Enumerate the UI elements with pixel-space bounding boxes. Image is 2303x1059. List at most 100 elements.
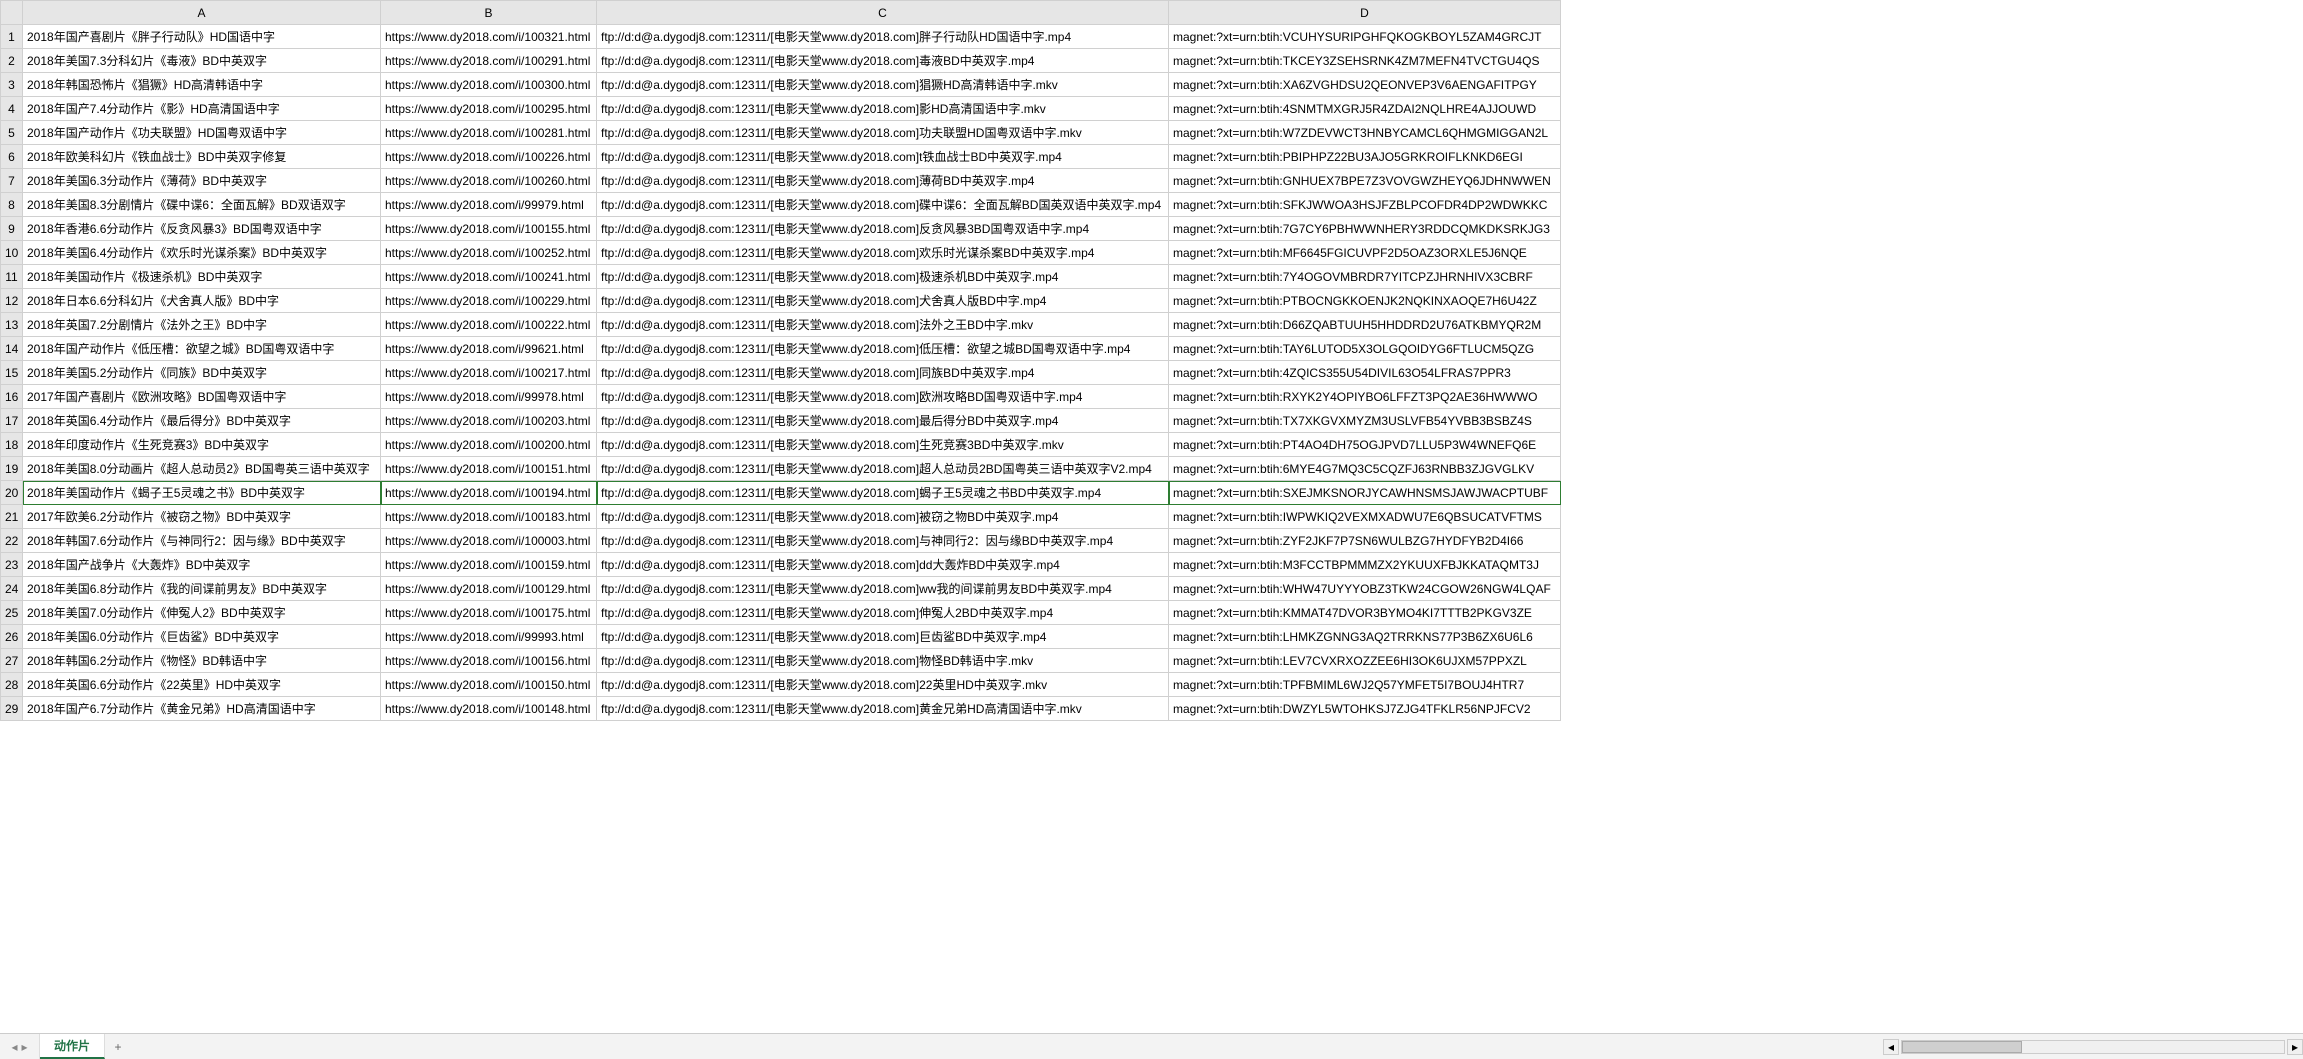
cell[interactable]: https://www.dy2018.com/i/100148.html — [381, 697, 597, 721]
cell[interactable]: ftp://d:d@a.dygodj8.com:12311/[电影天堂www.d… — [597, 73, 1169, 97]
cell[interactable]: magnet:?xt=urn:btih:PT4AO4DH75OGJPVD7LLU… — [1169, 433, 1561, 457]
cell[interactable]: https://www.dy2018.com/i/100129.html — [381, 577, 597, 601]
cell[interactable]: ftp://d:d@a.dygodj8.com:12311/[电影天堂www.d… — [597, 289, 1169, 313]
cell[interactable]: 2018年欧美科幻片《铁血战士》BD中英双字修复 — [23, 145, 381, 169]
cell[interactable]: magnet:?xt=urn:btih:TX7XKGVXMYZM3USLVFB5… — [1169, 409, 1561, 433]
cell[interactable]: magnet:?xt=urn:btih:TPFBMIML6WJ2Q57YMFET… — [1169, 673, 1561, 697]
row-header[interactable]: 4 — [1, 97, 23, 121]
cell[interactable]: ftp://d:d@a.dygodj8.com:12311/[电影天堂www.d… — [597, 625, 1169, 649]
cell[interactable]: 2017年欧美6.2分动作片《被窃之物》BD中英双字 — [23, 505, 381, 529]
cell[interactable]: https://www.dy2018.com/i/100241.html — [381, 265, 597, 289]
cell[interactable]: 2018年国产6.7分动作片《黄金兄弟》HD高清国语中字 — [23, 697, 381, 721]
row-header[interactable]: 2 — [1, 49, 23, 73]
cell[interactable]: 2018年美国8.3分剧情片《碟中谍6：全面瓦解》BD双语双字 — [23, 193, 381, 217]
row-header[interactable]: 20 — [1, 481, 23, 505]
cell[interactable]: magnet:?xt=urn:btih:WHW47UYYYOBZ3TKW24CG… — [1169, 577, 1561, 601]
row-header[interactable]: 23 — [1, 553, 23, 577]
cell[interactable]: ftp://d:d@a.dygodj8.com:12311/[电影天堂www.d… — [597, 193, 1169, 217]
row-header[interactable]: 7 — [1, 169, 23, 193]
cell[interactable]: ftp://d:d@a.dygodj8.com:12311/[电影天堂www.d… — [597, 241, 1169, 265]
row-header[interactable]: 9 — [1, 217, 23, 241]
cell[interactable]: https://www.dy2018.com/i/100203.html — [381, 409, 597, 433]
add-sheet-button[interactable]: + — [105, 1034, 131, 1059]
row-header[interactable]: 26 — [1, 625, 23, 649]
sheet-scroll-area[interactable]: A B C D 12018年国产喜剧片《胖子行动队》HD国语中字https://… — [0, 0, 2303, 1033]
cell[interactable]: ftp://d:d@a.dygodj8.com:12311/[电影天堂www.d… — [597, 577, 1169, 601]
cell[interactable]: magnet:?xt=urn:btih:ZYF2JKF7P7SN6WULBZG7… — [1169, 529, 1561, 553]
cell[interactable]: https://www.dy2018.com/i/100252.html — [381, 241, 597, 265]
horizontal-scrollbar[interactable]: ◂ ▸ — [1883, 1034, 2303, 1059]
cell[interactable]: 2018年美国5.2分动作片《同族》BD中英双字 — [23, 361, 381, 385]
cell[interactable]: 2018年韩国6.2分动作片《物怪》BD韩语中字 — [23, 649, 381, 673]
cell[interactable]: ftp://d:d@a.dygodj8.com:12311/[电影天堂www.d… — [597, 649, 1169, 673]
tab-nav-next-icon[interactable]: ▸ — [22, 1040, 28, 1054]
row-header[interactable]: 28 — [1, 673, 23, 697]
cell[interactable]: https://www.dy2018.com/i/100155.html — [381, 217, 597, 241]
cell[interactable]: magnet:?xt=urn:btih:D66ZQABTUUH5HHDDRD2U… — [1169, 313, 1561, 337]
cell[interactable]: https://www.dy2018.com/i/100217.html — [381, 361, 597, 385]
row-header[interactable]: 16 — [1, 385, 23, 409]
cell[interactable]: https://www.dy2018.com/i/100321.html — [381, 25, 597, 49]
cell[interactable]: https://www.dy2018.com/i/100295.html — [381, 97, 597, 121]
row-header[interactable]: 17 — [1, 409, 23, 433]
cell[interactable]: https://www.dy2018.com/i/100194.html — [381, 481, 597, 505]
row-header[interactable]: 15 — [1, 361, 23, 385]
cell[interactable]: 2018年国产动作片《低压槽：欲望之城》BD国粤双语中字 — [23, 337, 381, 361]
row-header[interactable]: 18 — [1, 433, 23, 457]
cell[interactable]: 2018年英国7.2分剧情片《法外之王》BD中字 — [23, 313, 381, 337]
cell[interactable]: https://www.dy2018.com/i/99621.html — [381, 337, 597, 361]
row-header[interactable]: 14 — [1, 337, 23, 361]
cell[interactable]: 2018年国产战争片《大轰炸》BD中英双字 — [23, 553, 381, 577]
cell[interactable]: magnet:?xt=urn:btih:KMMAT47DVOR3BYMO4KI7… — [1169, 601, 1561, 625]
row-header[interactable]: 5 — [1, 121, 23, 145]
cell[interactable]: ftp://d:d@a.dygodj8.com:12311/[电影天堂www.d… — [597, 265, 1169, 289]
cell[interactable]: https://www.dy2018.com/i/100156.html — [381, 649, 597, 673]
cell[interactable]: https://www.dy2018.com/i/100159.html — [381, 553, 597, 577]
cell[interactable]: 2018年美国6.3分动作片《薄荷》BD中英双字 — [23, 169, 381, 193]
cell[interactable]: ftp://d:d@a.dygodj8.com:12311/[电影天堂www.d… — [597, 217, 1169, 241]
cell[interactable]: https://www.dy2018.com/i/100291.html — [381, 49, 597, 73]
cell[interactable]: https://www.dy2018.com/i/99993.html — [381, 625, 597, 649]
cell[interactable]: 2018年英国6.6分动作片《22英里》HD中英双字 — [23, 673, 381, 697]
cell[interactable]: https://www.dy2018.com/i/100175.html — [381, 601, 597, 625]
cell[interactable]: https://www.dy2018.com/i/100150.html — [381, 673, 597, 697]
cell[interactable]: 2018年美国7.3分科幻片《毒液》BD中英双字 — [23, 49, 381, 73]
cell[interactable]: ftp://d:d@a.dygodj8.com:12311/[电影天堂www.d… — [597, 385, 1169, 409]
row-header[interactable]: 25 — [1, 601, 23, 625]
cell[interactable]: magnet:?xt=urn:btih:PBIPHPZ22BU3AJO5GRKR… — [1169, 145, 1561, 169]
cell[interactable]: magnet:?xt=urn:btih:VCUHYSURIPGHFQKOGKBO… — [1169, 25, 1561, 49]
cell[interactable]: 2018年国产动作片《功夫联盟》HD国粤双语中字 — [23, 121, 381, 145]
cell[interactable]: 2018年韩国7.6分动作片《与神同行2：因与缘》BD中英双字 — [23, 529, 381, 553]
cell[interactable]: ftp://d:d@a.dygodj8.com:12311/[电影天堂www.d… — [597, 553, 1169, 577]
cell[interactable]: ftp://d:d@a.dygodj8.com:12311/[电影天堂www.d… — [597, 337, 1169, 361]
cell[interactable]: magnet:?xt=urn:btih:GNHUEX7BPE7Z3VOVGWZH… — [1169, 169, 1561, 193]
cell[interactable]: ftp://d:d@a.dygodj8.com:12311/[电影天堂www.d… — [597, 49, 1169, 73]
cell[interactable]: 2018年印度动作片《生死竞赛3》BD中英双字 — [23, 433, 381, 457]
cell[interactable]: 2018年国产喜剧片《胖子行动队》HD国语中字 — [23, 25, 381, 49]
row-header[interactable]: 11 — [1, 265, 23, 289]
cell[interactable]: 2018年美国6.0分动作片《巨齿鲨》BD中英双字 — [23, 625, 381, 649]
cell[interactable]: magnet:?xt=urn:btih:IWPWKIQ2VEXMXADWU7E6… — [1169, 505, 1561, 529]
cell[interactable]: ftp://d:d@a.dygodj8.com:12311/[电影天堂www.d… — [597, 169, 1169, 193]
cell[interactable]: 2018年日本6.6分科幻片《犬舍真人版》BD中字 — [23, 289, 381, 313]
cell[interactable]: 2018年韩国恐怖片《猖獗》HD高清韩语中字 — [23, 73, 381, 97]
cell[interactable]: https://www.dy2018.com/i/100183.html — [381, 505, 597, 529]
cell[interactable]: ftp://d:d@a.dygodj8.com:12311/[电影天堂www.d… — [597, 409, 1169, 433]
cell[interactable]: https://www.dy2018.com/i/100151.html — [381, 457, 597, 481]
cell[interactable]: magnet:?xt=urn:btih:6MYE4G7MQ3C5CQZFJ63R… — [1169, 457, 1561, 481]
cell[interactable]: magnet:?xt=urn:btih:LEV7CVXRXOZZEE6HI3OK… — [1169, 649, 1561, 673]
tab-nav-prev-icon[interactable]: ◂ — [11, 1040, 17, 1054]
row-header[interactable]: 22 — [1, 529, 23, 553]
cell[interactable]: https://www.dy2018.com/i/100229.html — [381, 289, 597, 313]
cell[interactable]: ftp://d:d@a.dygodj8.com:12311/[电影天堂www.d… — [597, 697, 1169, 721]
cell[interactable]: https://www.dy2018.com/i/100260.html — [381, 169, 597, 193]
cell[interactable]: magnet:?xt=urn:btih:7G7CY6PBHWWNHERY3RDD… — [1169, 217, 1561, 241]
row-header[interactable]: 21 — [1, 505, 23, 529]
cell[interactable]: magnet:?xt=urn:btih:TKCEY3ZSEHSRNK4ZM7ME… — [1169, 49, 1561, 73]
cell[interactable]: ftp://d:d@a.dygodj8.com:12311/[电影天堂www.d… — [597, 25, 1169, 49]
row-header[interactable]: 13 — [1, 313, 23, 337]
cell[interactable]: ftp://d:d@a.dygodj8.com:12311/[电影天堂www.d… — [597, 457, 1169, 481]
cell[interactable]: ftp://d:d@a.dygodj8.com:12311/[电影天堂www.d… — [597, 505, 1169, 529]
row-header[interactable]: 12 — [1, 289, 23, 313]
cell[interactable]: 2017年国产喜剧片《欧洲攻略》BD国粤双语中字 — [23, 385, 381, 409]
